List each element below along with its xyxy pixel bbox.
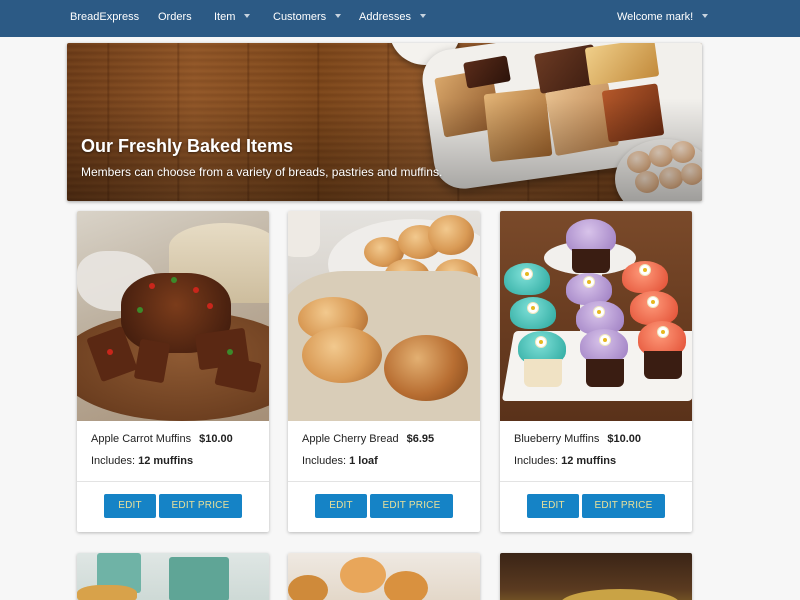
nav-welcome-label: Welcome mark! xyxy=(617,11,694,23)
card-divider xyxy=(288,481,480,482)
cherry xyxy=(207,303,213,309)
pastry-image xyxy=(77,585,137,600)
card-divider xyxy=(77,481,269,482)
flower-decoration xyxy=(584,277,594,287)
muffin xyxy=(384,335,468,401)
muffin xyxy=(428,215,474,255)
nav-brand-link[interactable]: BreadExpress xyxy=(70,0,139,37)
pastry-image xyxy=(340,557,386,593)
edit-button[interactable]: EDIT xyxy=(104,494,156,518)
product-title-line: Apple Cherry Bread $6.95 xyxy=(302,433,434,445)
cupcake-frosting xyxy=(630,291,678,325)
hero-title: Our Freshly Baked Items xyxy=(81,136,294,156)
flower-decoration xyxy=(648,297,658,307)
edit-button[interactable]: EDIT xyxy=(315,494,367,518)
product-title-line: Apple Carrot Muffins $10.00 xyxy=(91,433,233,445)
caret-down-icon xyxy=(419,14,426,18)
edit-price-button[interactable]: EDIT PRICE xyxy=(159,494,242,518)
nav-customers-dropdown[interactable]: Customers xyxy=(273,0,342,37)
cupcake-base xyxy=(524,359,562,387)
flower-decoration xyxy=(536,337,546,347)
product-name: Apple Cherry Bread xyxy=(302,433,399,445)
edit-price-button[interactable]: EDIT PRICE xyxy=(582,494,665,518)
nav-user-dropdown[interactable]: Welcome mark! xyxy=(617,0,709,37)
includes-value: 1 loaf xyxy=(349,455,378,467)
cherry xyxy=(149,283,155,289)
caret-down-icon xyxy=(335,14,342,18)
gift-box-image xyxy=(169,557,229,600)
product-image xyxy=(500,211,692,421)
product-image xyxy=(77,211,269,421)
includes-label: Includes: xyxy=(91,455,136,467)
includes-label: Includes: xyxy=(302,455,347,467)
nav-addresses-label: Addresses xyxy=(359,11,411,23)
nav-orders-link[interactable]: Orders xyxy=(158,0,192,37)
product-name: Apple Carrot Muffins xyxy=(91,433,192,445)
cupcake-base xyxy=(572,249,610,273)
nav-item-label: Item xyxy=(214,11,236,23)
product-name: Blueberry Muffins xyxy=(514,433,600,445)
nav-item-dropdown[interactable]: Item xyxy=(214,0,251,37)
cupcake-frosting xyxy=(504,263,550,295)
includes-value: 12 muffins xyxy=(138,455,194,467)
flower-decoration xyxy=(522,269,532,279)
product-card-partial xyxy=(500,553,692,600)
cherry xyxy=(193,287,199,293)
pastry-image xyxy=(384,571,428,600)
product-image xyxy=(288,211,480,421)
caret-down-icon xyxy=(702,14,709,18)
product-includes-line: Includes: 1 loaf xyxy=(302,455,378,467)
flower-decoration xyxy=(594,307,604,317)
product-card: Blueberry Muffins $10.00 Includes: 12 muf… xyxy=(500,211,692,532)
nav-customers-label: Customers xyxy=(273,11,327,23)
includes-label: Includes: xyxy=(514,455,559,467)
flower-decoration xyxy=(600,335,610,345)
bread-image xyxy=(560,589,680,600)
cupcake-base xyxy=(644,351,682,379)
muffin xyxy=(302,327,382,383)
card-divider xyxy=(500,481,692,482)
cherry xyxy=(107,349,113,355)
cherry xyxy=(137,307,143,313)
edit-button[interactable]: EDIT xyxy=(527,494,579,518)
product-card: Apple Carrot Muffins $10.00 Includes: 12 … xyxy=(77,211,269,532)
caret-down-icon xyxy=(244,14,251,18)
nav-addresses-dropdown[interactable]: Addresses xyxy=(359,0,426,37)
cherry xyxy=(227,349,233,355)
product-card: Apple Cherry Bread $6.95 Includes: 1 loaf… xyxy=(288,211,480,532)
hero-subtitle: Members can choose from a variety of bre… xyxy=(81,165,443,179)
flower-decoration xyxy=(658,327,668,337)
edit-price-button[interactable]: EDIT PRICE xyxy=(370,494,453,518)
product-includes-line: Includes: 12 muffins xyxy=(514,455,616,467)
includes-value: 12 muffins xyxy=(561,455,617,467)
hero-banner: Our Freshly Baked Items Members can choo… xyxy=(67,43,702,201)
cherry xyxy=(171,277,177,283)
product-includes-line: Includes: 12 muffins xyxy=(91,455,193,467)
product-price: $6.95 xyxy=(406,433,435,445)
product-card-partial xyxy=(77,553,269,600)
pastry-image xyxy=(288,575,328,600)
cupcake-base xyxy=(586,359,624,387)
cupcake-frosting xyxy=(510,297,556,329)
flower-decoration xyxy=(640,265,650,275)
top-navbar: BreadExpress Orders Item Customers Addre… xyxy=(0,0,800,37)
product-price: $10.00 xyxy=(199,433,233,445)
cup-image xyxy=(288,211,320,257)
product-card-partial xyxy=(288,553,480,600)
flower-decoration xyxy=(528,303,538,313)
product-price: $10.00 xyxy=(607,433,642,445)
product-title-line: Blueberry Muffins $10.00 xyxy=(514,433,641,445)
